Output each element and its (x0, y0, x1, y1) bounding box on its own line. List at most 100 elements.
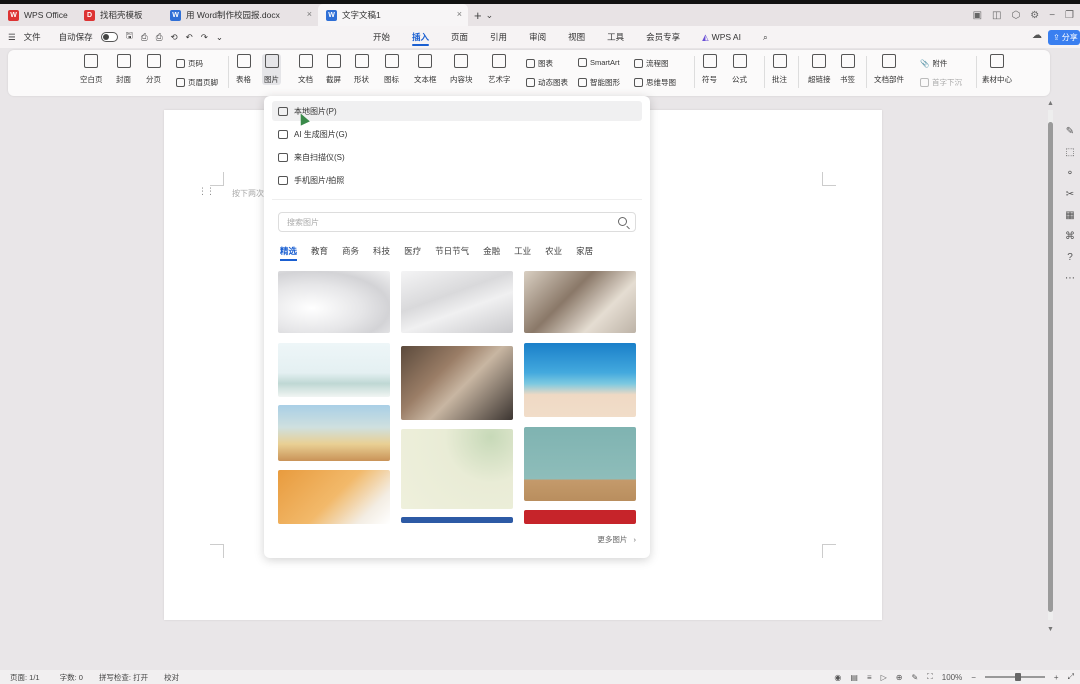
icon-button[interactable]: 图标 (384, 54, 399, 85)
page-break-button[interactable]: 分页 (146, 54, 161, 85)
page-count[interactable]: 页面: 1/1 (10, 672, 40, 683)
tab-document1[interactable]: W 文字文稿1 × (318, 4, 468, 26)
bookmark-button[interactable]: 书签 (840, 54, 855, 85)
cube-icon[interactable]: ⬡ (1011, 10, 1020, 21)
category-technology[interactable]: 科技 (373, 245, 390, 257)
tab-insert[interactable]: 插入 (401, 26, 440, 48)
export-icon[interactable]: ⎙ (141, 32, 148, 43)
mindmap-button[interactable]: 思维导图 (634, 77, 676, 88)
textbox-button[interactable]: 文本框 (414, 54, 437, 85)
table-button[interactable]: 表格 (236, 54, 251, 85)
save-icon[interactable]: 🖫 (126, 30, 133, 44)
tab-references[interactable]: 引用 (479, 26, 518, 48)
picture-thumbnail[interactable] (278, 343, 390, 397)
page-view-icon[interactable]: ▤ (850, 673, 858, 682)
shapes-icon[interactable]: ⚬ (1066, 168, 1074, 179)
flowchart-button[interactable]: 流程图 (634, 58, 669, 69)
format-painter-icon[interactable]: ⟲ (171, 32, 178, 43)
picture-thumbnail[interactable] (278, 470, 390, 524)
picture-thumbnail[interactable] (524, 343, 636, 417)
picture-thumbnail[interactable] (401, 429, 513, 509)
page-number-button[interactable]: 页码 (176, 58, 203, 69)
tab-home[interactable]: 开始 (362, 26, 401, 48)
smart-shape-button[interactable]: 智能图形 (578, 77, 620, 88)
picture-thumbnail[interactable] (278, 271, 390, 333)
category-finance[interactable]: 金融 (483, 245, 500, 257)
tab-template[interactable]: D 找稻壳模板 (76, 4, 162, 26)
tab-wps-office[interactable]: W WPS Office (0, 4, 76, 26)
restore-icon[interactable]: ❐ (1065, 10, 1074, 21)
drag-handle-icon[interactable]: ⋮⋮ (198, 186, 215, 197)
tab-view[interactable]: 视图 (557, 26, 596, 48)
eye-icon[interactable]: ◉ (834, 673, 841, 682)
tab-list-icon[interactable]: ⌄ (486, 10, 494, 21)
wordart-button[interactable]: 艺术字 (488, 54, 511, 85)
zoom-in-button[interactable]: + (1054, 673, 1059, 682)
picture-search-input[interactable] (287, 217, 597, 227)
share-button[interactable]: ⇪ 分享 (1048, 30, 1080, 45)
proofread-button[interactable]: 校对 (164, 672, 179, 683)
tab-page[interactable]: 页面 (440, 26, 479, 48)
write-icon[interactable]: ✎ (911, 673, 918, 682)
document-button[interactable]: 文档 (298, 54, 313, 85)
fullscreen-icon[interactable]: ⤢ (1068, 672, 1074, 682)
hyperlink-button[interactable]: 超链接 (808, 54, 831, 85)
scanner-item[interactable]: 来自扫描仪(S) (272, 147, 642, 167)
word-count[interactable]: 字数: 0 (60, 672, 83, 683)
category-medical[interactable]: 医疗 (404, 245, 421, 257)
fit-icon[interactable]: ⛶ (927, 672, 933, 682)
comment-button[interactable]: 批注 (772, 54, 787, 85)
dynamic-chart-button[interactable]: 动态图表 (526, 77, 568, 88)
category-home[interactable]: 家居 (576, 245, 593, 257)
category-education[interactable]: 教育 (311, 245, 328, 257)
redo-icon[interactable]: ↷ (201, 32, 208, 43)
translate-icon[interactable]: ⌘ (1065, 231, 1075, 242)
zoom-level[interactable]: 100% (942, 673, 962, 682)
blank-page-button[interactable]: 空白页 (80, 54, 103, 85)
tab-wps-ai[interactable]: ◭ WPS AI (691, 26, 752, 48)
chart-button[interactable]: 图表 (526, 58, 553, 69)
select-icon[interactable]: ⬚ (1065, 147, 1074, 158)
cloud-icon[interactable]: ☁ (1032, 30, 1042, 41)
customize-icon[interactable]: ⌄ (216, 32, 223, 43)
local-picture-item[interactable]: 本地图片(P) (272, 101, 642, 121)
file-menu[interactable]: 文件 (24, 31, 41, 43)
image-icon[interactable]: ▦ (1065, 210, 1074, 221)
tools-icon[interactable]: ✂ (1066, 189, 1074, 200)
attachment-button[interactable]: 📎 附件 (920, 58, 947, 69)
window-icon[interactable]: ◫ (992, 10, 1001, 21)
screenshot-button[interactable]: 截屏 (326, 54, 341, 85)
tab-member[interactable]: 会员专享 (635, 26, 691, 48)
category-agriculture[interactable]: 农业 (545, 245, 562, 257)
help-icon[interactable]: ? (1067, 252, 1073, 263)
tab-tools[interactable]: 工具 (596, 26, 635, 48)
doc-parts-button[interactable]: 文档部件 (874, 54, 904, 85)
ai-picture-item[interactable]: AI 生成图片(G) (272, 124, 642, 144)
picture-thumbnail[interactable] (401, 517, 513, 523)
category-festival[interactable]: 节日节气 (435, 245, 469, 257)
minimize-icon[interactable]: − (1049, 10, 1055, 21)
content-block-button[interactable]: 内容块 (450, 54, 473, 85)
picture-thumbnail[interactable] (278, 405, 390, 461)
search-icon[interactable]: ⌕ (752, 26, 779, 48)
screenshot-icon[interactable]: ▣ (973, 10, 982, 21)
autosave-toggle[interactable] (100, 32, 118, 42)
category-industry[interactable]: 工业 (514, 245, 531, 257)
search-icon[interactable] (618, 217, 627, 226)
zoom-slider[interactable] (984, 673, 1045, 681)
scroll-up-icon[interactable]: ▲ (1047, 100, 1054, 107)
settings-icon[interactable]: ⚙ (1030, 10, 1039, 21)
play-icon[interactable]: ▷ (881, 673, 887, 682)
picture-thumbnail[interactable] (524, 271, 636, 333)
print-icon[interactable]: ⎙ (156, 32, 163, 43)
close-icon[interactable]: × (307, 9, 312, 19)
picture-thumbnail[interactable] (401, 271, 513, 333)
smartart-button[interactable]: SmartArt (578, 58, 620, 67)
zoom-out-button[interactable]: − (971, 673, 976, 682)
spellcheck-status[interactable]: 拼写检查: 打开 (99, 672, 148, 683)
new-tab-icon[interactable]: + (474, 8, 482, 23)
picture-thumbnail[interactable] (401, 346, 513, 420)
phone-picture-item[interactable]: 手机图片/拍照 (272, 170, 642, 190)
picture-thumbnail[interactable] (524, 510, 636, 524)
tab-school-newspaper[interactable]: W 用 Word制作校园报.docx × (162, 4, 318, 26)
